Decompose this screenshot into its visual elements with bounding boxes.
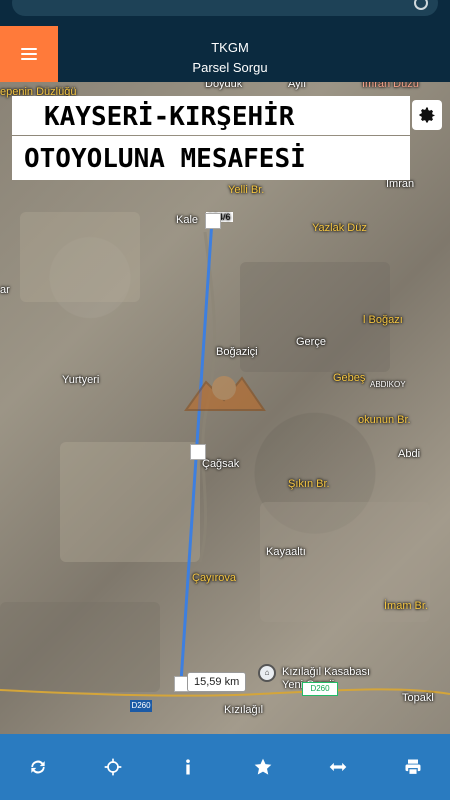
- app-subtitle: Parsel Sorgu: [192, 60, 268, 75]
- place-label: ar: [0, 284, 10, 296]
- title-banner-line2: OTOYOLUNA MESAFESİ: [24, 144, 306, 174]
- star-icon: [254, 758, 271, 775]
- place-label: Aylı: [288, 82, 307, 90]
- place-label: okunun Br.: [358, 414, 411, 426]
- place-label: Kale: [176, 214, 199, 226]
- place-label: Yelli Br.: [228, 184, 265, 196]
- place-label: Abdi: [398, 448, 421, 460]
- distance-label: 15,59 km: [187, 672, 247, 692]
- browser-status-bar: [0, 0, 450, 22]
- address-bar[interactable]: [12, 0, 438, 16]
- place-label: İmran Düzü: [362, 82, 419, 90]
- place-label: Boğaziçi: [216, 346, 258, 358]
- print-button[interactable]: [393, 747, 433, 787]
- mosque-pin-icon[interactable]: ⌂: [258, 664, 276, 682]
- place-label: İmam Br.: [384, 600, 429, 612]
- road-shield: D260: [302, 682, 338, 696]
- place-label: Çayırova: [192, 572, 237, 584]
- crosshair-icon: [104, 758, 121, 776]
- measure-button[interactable]: [318, 747, 358, 787]
- print-icon: [405, 759, 420, 776]
- place-label: Doyduk: [205, 82, 243, 90]
- bottom-toolbar: [0, 734, 450, 800]
- refresh-icon: [30, 760, 45, 774]
- place-label: Çağsak: [202, 458, 240, 470]
- place-label: Kayaaltı: [266, 546, 306, 558]
- gear-icon: [419, 107, 435, 123]
- line-start-handle[interactable]: [205, 213, 221, 229]
- tkgm-watermark-logo: [184, 376, 266, 411]
- refresh-button[interactable]: [18, 747, 58, 787]
- place-label: Yazlak Düz: [312, 222, 367, 234]
- app-title: TKGM: [211, 40, 249, 55]
- place-label: Gebeş: [333, 372, 366, 384]
- measure-icon: [329, 762, 346, 772]
- line-mid-handle[interactable]: [190, 444, 206, 460]
- settings-button[interactable]: [412, 100, 442, 130]
- place-label: ABDIKOY: [370, 380, 406, 389]
- place-label: Gerçe: [296, 336, 326, 348]
- place-label: Topakl: [402, 692, 434, 704]
- road-shield: D260: [130, 700, 152, 712]
- place-label: Şıkın Br.: [288, 478, 330, 490]
- info-button[interactable]: [168, 747, 208, 787]
- place-label: l Boğazı: [363, 314, 403, 326]
- place-label: Yurtyeri: [62, 374, 100, 386]
- search-icon[interactable]: [414, 0, 428, 10]
- satellite-map[interactable]: Doyduk Aylı İmran Düzü epenin Düzlüğü Ye…: [0, 82, 450, 734]
- locate-button[interactable]: [93, 747, 133, 787]
- place-label: Kızılağıl Kasabası: [282, 666, 371, 678]
- info-icon: [185, 759, 190, 775]
- place-label: Kızılağıl: [224, 704, 264, 716]
- favorite-button[interactable]: [243, 747, 283, 787]
- title-banner-line1: KAYSERİ-KIRŞEHİR: [44, 102, 295, 132]
